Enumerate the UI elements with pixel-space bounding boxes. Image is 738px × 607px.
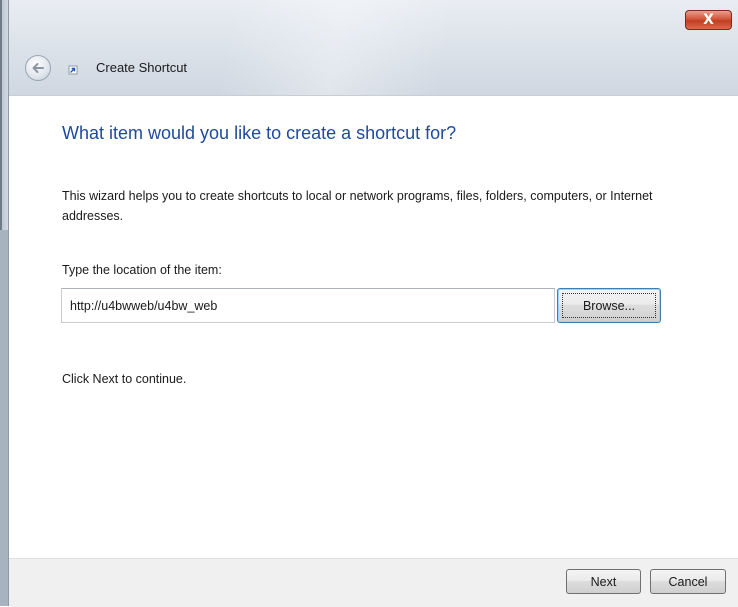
location-input[interactable] [61,288,555,323]
browse-button-label: Browse... [582,298,636,313]
title-bar-sheen [9,0,738,95]
shortcut-arrow-icon [68,65,78,75]
close-icon: X [703,12,714,28]
create-shortcut-window: X Create Shortcut What item would you li… [0,0,738,607]
wizard-heading: What item would you like to create a sho… [62,123,457,143]
location-label: Type the location of the item: [62,263,222,277]
continue-hint: Click Next to continue. [62,372,187,386]
close-button[interactable]: X [685,10,732,30]
next-button-label: Next [590,574,617,589]
browse-button[interactable]: Browse... [557,288,661,323]
cancel-button[interactable]: Cancel [650,569,726,594]
back-arrow-icon [32,63,44,73]
window-title: Create Shortcut [96,60,188,75]
window-frame-shadow [0,230,8,606]
wizard-content: What item would you like to create a sho… [9,95,738,559]
wizard-footer: Next Cancel [9,558,738,607]
wizard-description: This wizard helps you to create shortcut… [62,189,653,223]
next-button[interactable]: Next [566,569,641,594]
cancel-button-label: Cancel [668,574,708,589]
title-bar[interactable] [9,0,738,95]
back-button[interactable] [25,55,51,81]
